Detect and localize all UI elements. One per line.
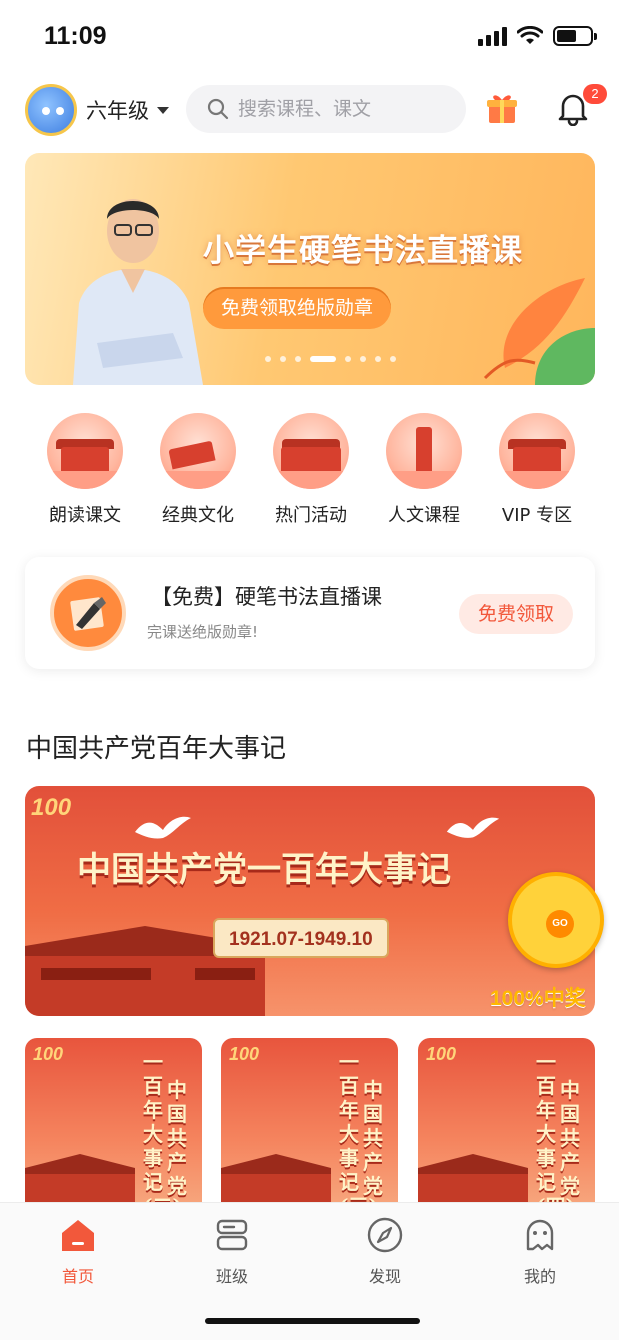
- event-thumbnail[interactable]: 100 一百年大事记(二) 中国共产党: [25, 1038, 202, 1208]
- search-bar[interactable]: [186, 85, 466, 133]
- thumbnail-subtitle: 中国共产党: [167, 1078, 187, 1198]
- hero-banner[interactable]: 小学生硬笔书法直播课 免费领取绝版勋章: [25, 153, 595, 385]
- palace-icon: [499, 413, 575, 489]
- search-icon: [207, 98, 229, 120]
- tiananmen-illustration: [221, 1154, 331, 1208]
- category-hot-events[interactable]: 热门活动: [261, 413, 361, 528]
- status-bar: 11:09: [0, 0, 619, 70]
- claim-free-button[interactable]: 免费领取: [459, 594, 573, 634]
- home-indicator: [205, 1318, 420, 1324]
- thumbnail-title: 一百年大事记(三): [339, 1050, 378, 1208]
- pagoda-icon: [386, 413, 462, 489]
- lucky-wheel-icon[interactable]: GO: [508, 872, 604, 968]
- gate-tower-icon: [273, 413, 349, 489]
- gift-icon[interactable]: [484, 90, 520, 126]
- tab-discover[interactable]: 发现: [345, 1215, 425, 1287]
- feature-banner-title: 中国共产党一百年大事记: [77, 850, 451, 890]
- scroll-icon: [160, 413, 236, 489]
- banner-cta-pill[interactable]: 免费领取绝版勋章: [203, 287, 392, 329]
- feature-banner-date: 1921.07-1949.10: [213, 918, 389, 958]
- category-vip[interactable]: VIP 专区: [487, 413, 587, 528]
- tab-label: 班级: [215, 1267, 248, 1286]
- category-label: VIP 专区: [501, 505, 573, 526]
- event-thumbnail[interactable]: 100 一百年大事记(三) 中国共产党: [221, 1038, 398, 1208]
- centenary-logo: 100: [229, 1044, 260, 1064]
- category-label: 朗读课文: [49, 505, 121, 526]
- compass-icon: [367, 1217, 403, 1253]
- grade-label: 六年级: [86, 99, 149, 123]
- tiananmen-illustration: [418, 1154, 528, 1208]
- prize-label: 100%中奖: [490, 987, 586, 1010]
- top-header: 六年级: [0, 80, 619, 140]
- status-time: 11:09: [44, 22, 107, 50]
- dove-icon: [446, 817, 500, 838]
- dove-icon: [135, 816, 191, 839]
- tab-label: 我的: [523, 1267, 556, 1286]
- event-thumbnails: 100 一百年大事记(二) 中国共产党 100 一百年大事记(三) 中国共产党 …: [25, 1038, 595, 1208]
- leaf-decoration: [483, 278, 595, 385]
- tab-label: 发现: [368, 1267, 401, 1286]
- thumbnail-title: 一百年大事记(四): [536, 1050, 575, 1208]
- cellular-signal-icon: [478, 26, 507, 46]
- centenary-logo: 100: [31, 794, 72, 821]
- promo-card[interactable]: 【免费】硬笔书法直播课 完课送绝版勋章! 免费领取: [25, 557, 595, 669]
- teacher-photo: [73, 199, 203, 385]
- thumbnail-title: 一百年大事记(二): [143, 1050, 182, 1208]
- carousel-dots: [25, 356, 595, 362]
- category-reading[interactable]: 朗读课文: [35, 413, 135, 528]
- search-input[interactable]: [238, 98, 458, 120]
- thumbnail-subtitle: 中国共产党: [363, 1078, 383, 1198]
- event-thumbnail[interactable]: 100 一百年大事记(四) 中国共产党: [418, 1038, 595, 1208]
- category-label: 经典文化: [162, 505, 234, 526]
- tab-home[interactable]: 首页: [38, 1215, 118, 1287]
- thumbnail-subtitle: 中国共产党: [560, 1078, 580, 1198]
- category-classic-culture[interactable]: 经典文化: [148, 413, 248, 528]
- promo-subtitle: 完课送绝版勋章!: [147, 623, 259, 641]
- notification-badge: 2: [583, 84, 607, 104]
- caret-down-icon: [157, 106, 169, 114]
- status-icons: [478, 26, 597, 46]
- tab-class[interactable]: 班级: [192, 1215, 272, 1287]
- home-icon: [62, 1220, 94, 1251]
- class-icon: [216, 1219, 248, 1251]
- centenary-logo: 100: [426, 1044, 457, 1064]
- category-humanities[interactable]: 人文课程: [374, 413, 474, 528]
- pavilion-icon: [47, 413, 123, 489]
- battery-icon: [553, 26, 597, 46]
- tab-profile[interactable]: 我的: [500, 1215, 580, 1287]
- category-shortcuts: 朗读课文 经典文化 热门活动 人文课程 VIP 专区: [25, 413, 595, 528]
- wifi-icon: [517, 26, 543, 44]
- tiananmen-illustration: [25, 1154, 135, 1208]
- tab-label: 首页: [61, 1267, 94, 1286]
- section-title: 中国共产党百年大事记: [26, 734, 287, 764]
- profile-icon: [526, 1219, 554, 1251]
- category-label: 热门活动: [275, 505, 347, 526]
- centenary-logo: 100: [33, 1044, 64, 1064]
- category-label: 人文课程: [388, 505, 460, 526]
- wheel-go-button[interactable]: GO: [546, 910, 574, 938]
- grade-selector[interactable]: 六年级: [86, 95, 169, 125]
- promo-title: 【免费】硬笔书法直播课: [151, 585, 382, 609]
- user-avatar[interactable]: [25, 84, 77, 136]
- fountain-pen-icon: [50, 575, 126, 651]
